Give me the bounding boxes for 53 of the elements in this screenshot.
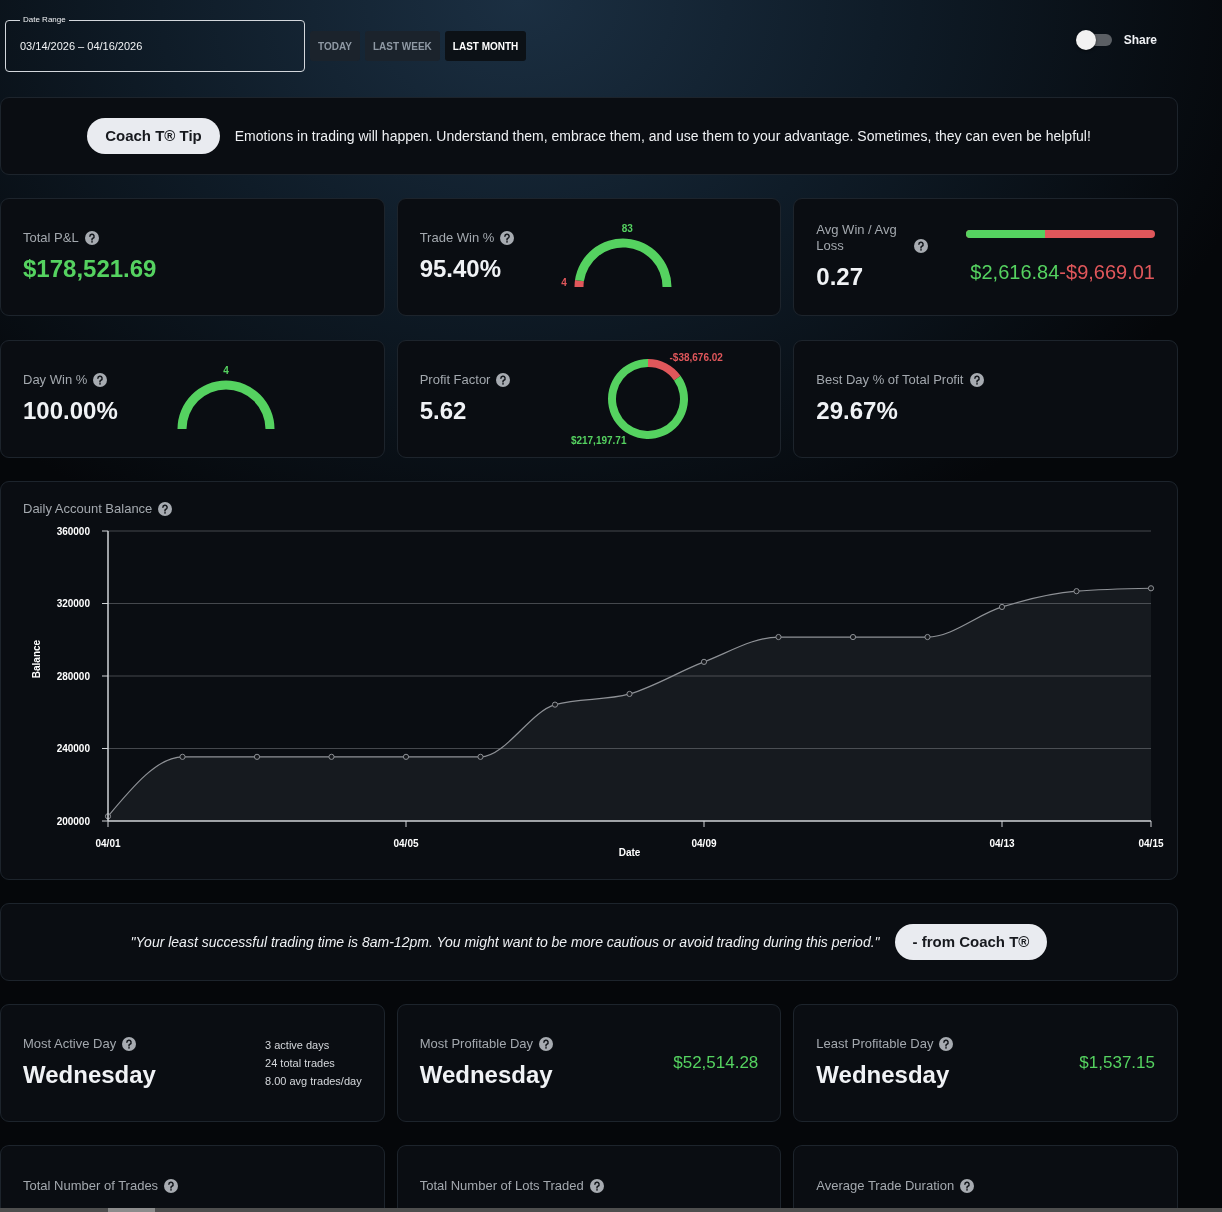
card-title: Trade Win % <box>419 230 495 246</box>
y-axis-title: Balance <box>30 639 42 679</box>
card-title: Most Profitable Day <box>419 1036 534 1052</box>
stat-value: 95.40% <box>419 254 503 284</box>
card-title: Day Win % <box>23 372 88 388</box>
stat-value: 100.00% <box>23 396 119 426</box>
stat-line: 3 active days <box>265 1038 331 1053</box>
day-amount: $52,514.28 <box>673 1052 760 1075</box>
field-label: Date Range <box>22 16 67 24</box>
day-amount: $1,537.15 <box>1079 1052 1156 1075</box>
x-tick-label: 04/15 <box>1138 837 1164 849</box>
data-label: -$38,676.02 <box>669 351 723 363</box>
card-title: Daily Account Balance <box>23 501 153 517</box>
stat-value: 5.62 <box>419 396 468 426</box>
y-tick-label: 360000 <box>56 525 90 537</box>
data-label: 4 <box>561 277 567 289</box>
coach-tip-badge: Coach T® Tip <box>87 118 220 154</box>
day-value: Wednesday <box>23 1060 156 1090</box>
avg-win-amount: $2,616.84 <box>970 261 1060 283</box>
card-title: Average Trade Duration <box>816 1178 955 1194</box>
stat-value: 0.27 <box>816 262 865 292</box>
quote-text: "Your least successful trading time is 8am-12pm. You might want to be more cautious or avoid trading during this period." <box>130 932 880 952</box>
y-tick-label: 320000 <box>56 598 90 609</box>
stat-value: $178,521.69 <box>23 254 157 284</box>
win-count: 4 <box>223 364 229 376</box>
stat-line: 24 total trades <box>265 1056 336 1071</box>
x-tick-label: 04/13 <box>989 837 1015 849</box>
card-title: Total Number of Lots Traded <box>419 1178 584 1194</box>
card-title: Profit Factor <box>419 372 491 388</box>
date-range-value: 03/14/2026 – 04/16/2026 <box>20 38 143 54</box>
x-axis-title: Date <box>618 846 641 858</box>
x-tick-label: 04/05 <box>393 837 419 849</box>
data-label: $217,197.71 <box>570 435 627 447</box>
stat-line: 8.00 avg trades/day <box>265 1074 362 1089</box>
avg-loss-amount: -$9,669.01 <box>1059 261 1155 283</box>
day-value: Wednesday <box>816 1060 951 1090</box>
quote-source-badge: - from Coach T® <box>894 924 1048 960</box>
y-tick-label: 200000 <box>56 815 90 827</box>
card-title: Best Day % of Total Profit <box>816 372 964 388</box>
card-title: Least Profitable Day <box>816 1036 934 1052</box>
x-tick-label: 04/01 <box>95 837 121 849</box>
y-tick-label: 280000 <box>56 670 90 682</box>
share-label: Share <box>1123 32 1157 49</box>
stat-value: 29.67% <box>816 396 899 426</box>
card-title: Total Number of Trades <box>23 1178 159 1194</box>
card-title: Avg Win / Avg Loss <box>816 222 898 254</box>
day-value: Wednesday <box>419 1060 554 1090</box>
card-title: Total P&L <box>23 230 79 246</box>
tip-text: Emotions in trading will happen. Understand them, embrace them, and use them to your advantage. Sometimes, they can even be helpful! <box>234 126 1091 146</box>
data-label: 83 <box>621 222 633 234</box>
y-tick-label: 240000 <box>56 743 90 754</box>
x-tick-label: 04/09 <box>691 837 717 849</box>
card-title: Most Active Day <box>23 1036 117 1052</box>
